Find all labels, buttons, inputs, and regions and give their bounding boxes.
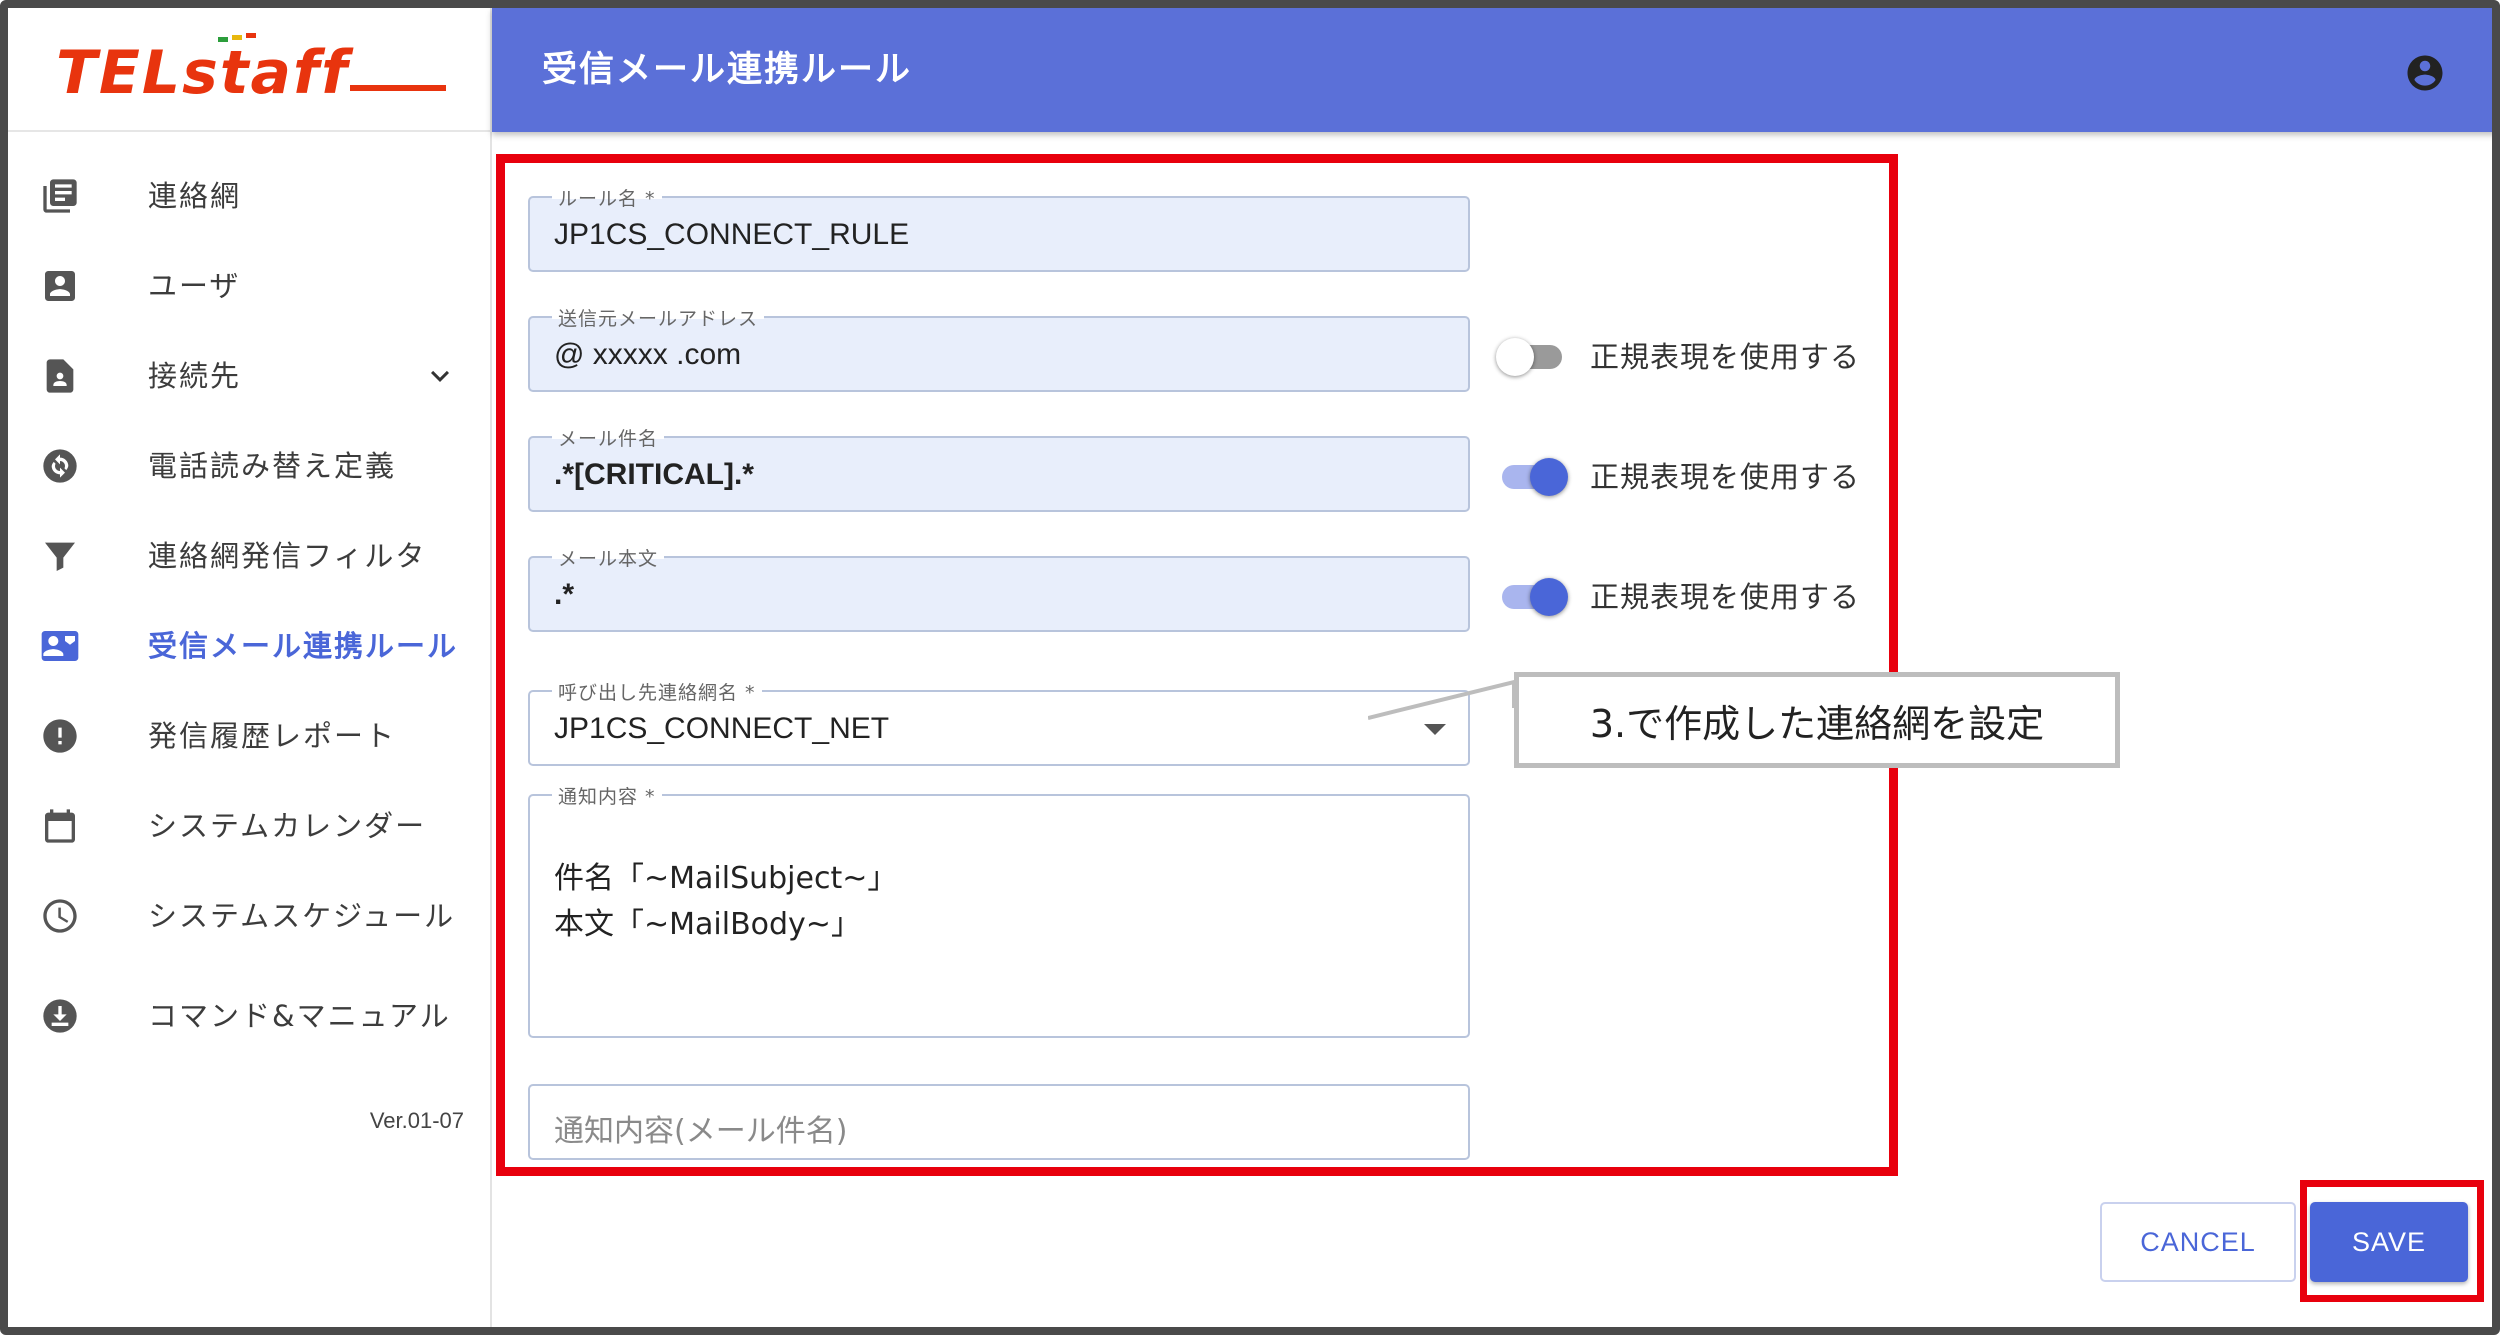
sender-regex-toggle[interactable] [1496,334,1568,376]
annotation-callout: 3.で作成した連絡網を設定 [1514,672,2120,768]
sidebar-item-label: 接続先 [148,359,242,393]
logo: TELstaff [8,8,492,132]
filter-icon [40,536,80,576]
dropdown-arrow-icon[interactable] [1424,724,1446,735]
callout-text: 3.で作成した連絡網を設定 [1589,701,2045,746]
svg-text:TELstaff: TELstaff [56,38,354,108]
sidebar-item-schedule[interactable]: システムスケジュール [8,876,492,956]
sender-address-value: @ xxxxx .com [554,338,742,371]
mail-subject-value: .*[CRITICAL].* [554,458,754,491]
notification-subject-field[interactable]: 通知内容(メール件名) [528,1084,1470,1160]
call-network-select[interactable]: 呼び出し先連絡網名 * JP1CS_CONNECT_NET [528,678,1470,766]
callout-pointer [1368,679,1516,720]
sidebar-item-label: システムカレンダー [148,809,427,843]
notification-subject-placeholder: 通知内容(メール件名) [554,1114,848,1149]
sidebar-item-mail-rule[interactable]: 受信メール連携ルール [8,606,492,686]
mail-subject-field[interactable]: メール件名 .*[CRITICAL].* [528,424,1470,512]
contact-list-icon [40,176,80,216]
call-network-value: JP1CS_CONNECT_NET [554,712,890,745]
subject-regex-toggle[interactable] [1498,454,1568,496]
notification-line-2: 本文「~MailBody~」 [554,907,861,942]
mail-subject-label: メール件名 [552,424,665,451]
cancel-button[interactable]: CANCEL [2100,1202,2296,1282]
sidebar-item-label: システムスケジュール [148,899,456,933]
sidebar-item-label: 電話読み替え定義 [148,449,397,483]
clock-icon [40,896,80,936]
call-network-label: 呼び出し先連絡網名 * [552,678,762,705]
sidebar-item-call-history[interactable]: 発信履歴レポート [8,696,492,776]
save-button[interactable]: SAVE [2310,1202,2468,1282]
notification-label: 通知内容 * [552,782,662,809]
sidebar-item-label: ユーザ [148,269,241,303]
rule-name-label: ルール名 * [552,184,662,211]
sidebar-item-connections[interactable]: 接続先 [8,336,492,416]
sidebar-item-label: 連絡網発信フィルタ [148,539,427,573]
telstaff-logo: TELstaff [56,33,446,108]
sidebar-item-contact-list[interactable]: 連絡網 [8,156,492,236]
sidebar-item-users[interactable]: ユーザ [8,246,492,326]
sidebar-item-command-manual[interactable]: コマンド&マニュアル [8,976,492,1056]
rule-name-value: JP1CS_CONNECT_RULE [554,218,910,251]
app-window: TELstaff 連絡網 ユーザ 接続先 電話読み替え定義 連絡網発信フィルタ … [0,0,2500,1335]
notification-line-1: 件名「~MailSubject~」 [554,861,898,896]
chevron-down-icon[interactable] [422,358,458,394]
mail-body-field[interactable]: メール本文 .* [528,544,1470,632]
sidebar-item-label: コマンド&マニュアル [148,999,451,1033]
app-header: 受信メール連携ルール [492,8,2492,132]
download-circle-icon [40,996,80,1036]
mail-body-label: メール本文 [552,544,665,571]
sidebar: TELstaff 連絡網 ユーザ 接続先 電話読み替え定義 連絡網発信フィルタ … [8,8,492,1327]
contact-mail-icon [40,626,80,666]
mail-body-value: .* [554,578,575,611]
version-label: Ver.01-07 [369,1108,464,1133]
alert-circle-icon [40,716,80,756]
sidebar-item-label: 受信メール連携ルール [148,629,459,663]
document-person-icon [40,356,80,396]
body-regex-label: 正規表現を使用する [1590,580,1861,614]
sync-icon [40,446,80,486]
user-badge-icon [40,266,80,306]
rule-name-field[interactable]: ルール名 * JP1CS_CONNECT_RULE [528,184,1470,272]
sidebar-item-phone-replace[interactable]: 電話読み替え定義 [8,426,492,506]
sidebar-item-label: 連絡網 [148,179,242,213]
page-title: 受信メール連携ルール [542,50,913,90]
account-icon[interactable] [2404,52,2446,94]
sidebar-item-label: 発信履歴レポート [148,719,397,753]
sidebar-item-calendar[interactable]: システムカレンダー [8,786,492,866]
sidebar-item-call-filter[interactable]: 連絡網発信フィルタ [8,516,492,596]
calendar-icon [40,806,80,846]
subject-regex-label: 正規表現を使用する [1590,460,1861,494]
sender-address-label: 送信元メールアドレス [552,304,765,331]
body-regex-toggle[interactable] [1498,574,1568,616]
sender-address-field[interactable]: 送信元メールアドレス @ xxxxx .com [528,304,1470,392]
sender-regex-label: 正規表現を使用する [1590,340,1861,374]
notification-textarea[interactable]: 通知内容 * 件名「~MailSubject~」 本文「~MailBody~」 [528,782,1470,1038]
